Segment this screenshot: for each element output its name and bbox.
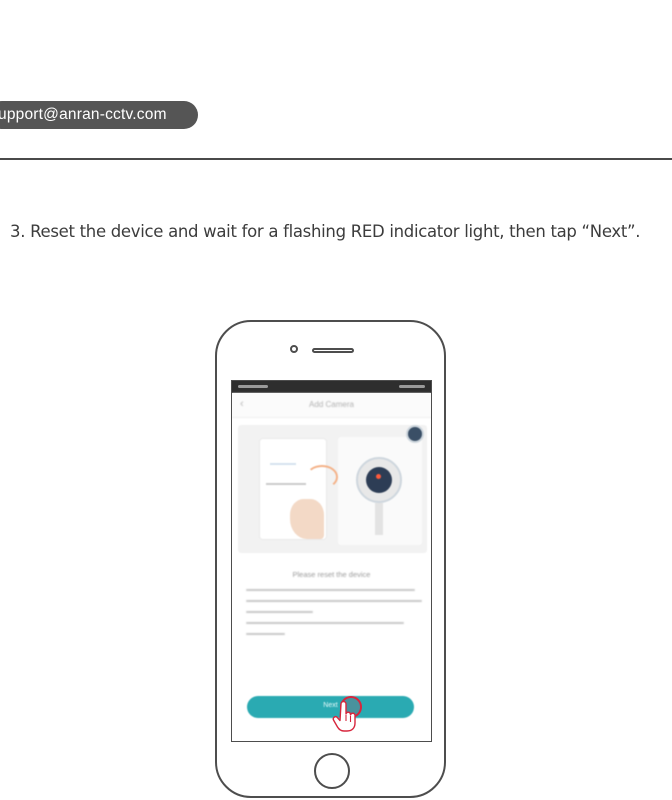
screen-nav-bar: ‹ Add Camera: [232, 393, 431, 418]
illustration-line: [270, 463, 296, 465]
pointing-hand-icon: [332, 701, 356, 732]
next-button[interactable]: Next: [247, 696, 414, 718]
status-bar: [232, 381, 431, 393]
screen-sub-heading: Please reset the device: [292, 570, 371, 579]
status-signal-icon: [238, 385, 268, 388]
signal-wave-icon: [306, 465, 338, 489]
camera-lens-icon: [366, 467, 392, 493]
header-divider: [0, 158, 672, 160]
reset-illustration: [238, 425, 427, 553]
step-instruction: 3. Reset the device and wait for a flash…: [10, 222, 641, 241]
phone-screen: ‹ Add Camera Please reset the device Nex…: [231, 380, 432, 742]
home-button: [314, 753, 350, 789]
next-button-label: Next: [323, 702, 338, 709]
front-camera-icon: [290, 345, 298, 353]
screen-step-text: [246, 589, 422, 644]
status-battery-icon: [399, 385, 425, 388]
speaker-icon: [312, 348, 354, 353]
camera-stand: [375, 503, 383, 535]
illustration-line: [266, 483, 306, 485]
red-indicator-light-icon: [376, 474, 381, 479]
hand-icon: [290, 499, 324, 539]
camera-thumbnail-icon: [406, 425, 424, 443]
support-email-badge: upport@anran-cctv.com: [0, 101, 198, 129]
illustration-card: [260, 439, 338, 539]
screen-title: Add Camera: [309, 400, 354, 409]
phone-illustration: ‹ Add Camera Please reset the device Nex…: [215, 320, 446, 798]
